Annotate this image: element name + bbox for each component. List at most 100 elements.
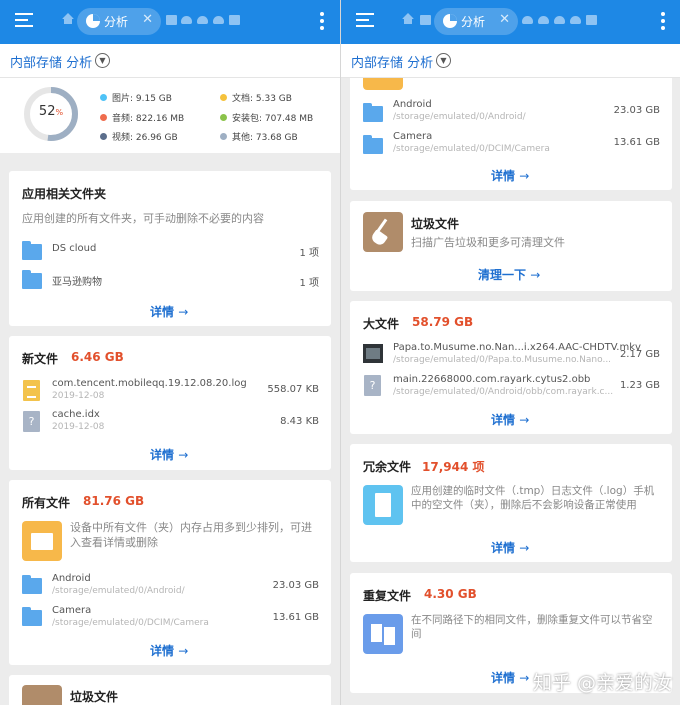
folder-size: 23.03 GB xyxy=(272,580,319,591)
file-date: 2019-12-08 xyxy=(52,422,105,432)
list-item[interactable]: DS cloud xyxy=(52,243,96,254)
details-link[interactable]: 详情 → xyxy=(491,539,529,556)
broom-icon xyxy=(363,212,403,252)
junk-card: 垃圾文件 扫描广告垃圾和更多可清理文件 清理一下 → xyxy=(350,201,672,291)
folder-icon xyxy=(22,521,62,561)
details-link[interactable]: 详情 → xyxy=(150,303,188,320)
cloud-icon[interactable] xyxy=(197,16,208,24)
menu-icon[interactable] xyxy=(15,13,33,28)
details-link[interactable]: 详情 → xyxy=(491,167,529,184)
log-file-icon xyxy=(363,485,403,525)
card-title: 所有文件 xyxy=(22,496,71,510)
details-link[interactable]: 详情 → xyxy=(491,411,529,428)
folder-path: /storage/emulated/0/DCIM/Camera xyxy=(393,144,550,154)
arrow-right-icon: → xyxy=(519,671,530,685)
location-bar[interactable]: 内部存储 分析 ▼ xyxy=(0,44,340,78)
arrow-right-icon: → xyxy=(519,541,530,555)
folder-path: /storage/emulated/0/Android/ xyxy=(52,586,185,596)
cloud-icon[interactable] xyxy=(213,16,224,24)
app-folders-card: 应用相关文件夹 应用创建的所有文件夹，可手动删除不必要的内容 DS cloud … xyxy=(9,171,331,326)
cloud-icon[interactable] xyxy=(181,16,192,24)
arrow-right-icon: → xyxy=(178,448,189,462)
cloud-icon[interactable] xyxy=(522,16,533,24)
folder-icon xyxy=(22,270,42,289)
right-pane: 分析 ✕ 内部存储 分析 ▼ Android /storage/emulated… xyxy=(340,0,680,705)
storage-title: 内部存储 分析 xyxy=(10,56,93,71)
card-description: 扫描广告垃圾和更多可清理文件 xyxy=(411,236,565,249)
legend-images: 图片: 9.15 GB xyxy=(100,91,172,104)
tab-window-icon[interactable] xyxy=(229,15,240,25)
duplicate-file-icon xyxy=(363,614,403,654)
folder-size: 13.61 GB xyxy=(613,137,660,148)
home-icon[interactable] xyxy=(62,13,74,24)
folder-icon xyxy=(363,103,383,122)
folder-icon xyxy=(363,135,383,154)
clean-button[interactable]: 清理一下 → xyxy=(478,266,540,283)
card-description: 应用创建的临时文件（.tmp）日志文件（.log）手机中的空文件（夹），删除后不… xyxy=(411,485,655,511)
card-size: 6.46 GB xyxy=(71,350,124,364)
broom-icon xyxy=(22,685,62,705)
list-item[interactable]: Android xyxy=(393,99,432,110)
tab-window-icon[interactable] xyxy=(586,15,597,25)
cloud-icon[interactable] xyxy=(554,16,565,24)
pie-chart-icon xyxy=(443,14,457,28)
tab-window-icon[interactable] xyxy=(166,15,177,25)
arrow-right-icon: → xyxy=(519,169,530,183)
file-size: 558.07 KB xyxy=(267,384,319,395)
details-link[interactable]: 详情 → xyxy=(150,446,188,463)
chevron-down-icon[interactable]: ▼ xyxy=(436,53,451,68)
tab-label: 分析 xyxy=(104,15,129,29)
item-count: 1 项 xyxy=(299,278,319,289)
cloud-icon[interactable] xyxy=(538,16,549,24)
folder-icon xyxy=(22,575,42,594)
legend-audio: 音频: 822.16 MB xyxy=(100,111,184,124)
details-link[interactable]: 详情 → xyxy=(491,669,529,686)
home-icon[interactable] xyxy=(402,13,414,24)
list-item[interactable]: main.22668000.com.rayark.cytus2.obb xyxy=(393,374,590,385)
close-icon[interactable]: ✕ xyxy=(142,12,153,27)
folder-path: /storage/emulated/0/DCIM/Camera xyxy=(52,618,209,628)
usage-percent: 52% xyxy=(38,104,64,119)
cloud-icon[interactable] xyxy=(570,16,581,24)
card-title: 垃圾文件 xyxy=(70,690,119,704)
menu-icon[interactable] xyxy=(356,13,374,28)
unknown-file-icon: ? xyxy=(23,411,40,432)
card-size: 81.76 GB xyxy=(83,494,145,508)
more-options-icon[interactable] xyxy=(661,12,665,30)
list-item[interactable]: Android xyxy=(52,573,91,584)
file-size: 1.23 GB xyxy=(619,380,660,391)
new-files-card: 新文件 6.46 GB com.tencent.mobileqq.19.12.0… xyxy=(9,336,331,470)
list-item[interactable]: Camera xyxy=(52,605,91,616)
file-path: /storage/emulated/0/Papa.to.Musume.no.Na… xyxy=(393,355,612,365)
folder-icon xyxy=(22,241,42,260)
list-item[interactable]: cache.idx xyxy=(52,409,100,420)
tab-analysis[interactable]: 分析 ✕ xyxy=(77,8,161,35)
chevron-down-icon[interactable]: ▼ xyxy=(95,53,110,68)
file-date: 2019-12-08 xyxy=(52,391,105,401)
card-title: 新文件 xyxy=(22,352,59,366)
file-size: 8.43 KB xyxy=(280,416,319,427)
card-title: 冗余文件 xyxy=(363,460,412,474)
video-thumbnail xyxy=(363,344,383,363)
location-bar[interactable]: 内部存储 分析 ▼ xyxy=(341,44,680,78)
left-pane: 分析 ✕ 内部存储 分析 ▼ 52% 图片: 9.15 GB 文档: 5.33 … xyxy=(0,0,340,705)
list-item[interactable]: Camera xyxy=(393,131,432,142)
list-item[interactable]: 亚马逊购物 xyxy=(52,273,102,288)
arrow-right-icon: → xyxy=(530,268,541,282)
card-title: 重复文件 xyxy=(363,589,412,603)
card-title: 垃圾文件 xyxy=(411,217,460,231)
close-icon[interactable]: ✕ xyxy=(499,12,510,27)
legend-apk: 安装包: 707.48 MB xyxy=(220,111,313,124)
card-description: 设备中所有文件（夹）内存占用多到少排列，可进入查看详情或删除 xyxy=(70,521,312,549)
card-count: 17,944 项 xyxy=(422,460,485,474)
tab-label: 分析 xyxy=(461,15,486,29)
arrow-right-icon: → xyxy=(178,644,189,658)
text-file-icon xyxy=(23,380,40,401)
list-item[interactable]: com.tencent.mobileqq.19.12.08.20.log xyxy=(52,378,247,389)
arrow-right-icon: → xyxy=(178,305,189,319)
more-options-icon[interactable] xyxy=(320,12,324,30)
card-description: 在不同路径下的相同文件，删除重复文件可以节省空间 xyxy=(411,614,653,640)
tab-window-icon[interactable] xyxy=(420,15,431,25)
details-link[interactable]: 详情 → xyxy=(150,642,188,659)
tab-analysis[interactable]: 分析 ✕ xyxy=(434,8,518,35)
